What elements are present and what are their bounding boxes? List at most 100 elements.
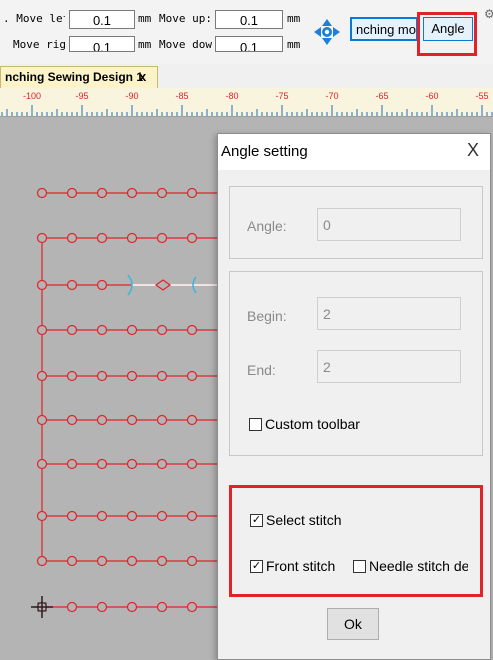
stitch-point[interactable] [96,324,108,336]
move-down-unit: mm [287,38,301,51]
stitch-point[interactable] [156,458,168,470]
move-up-label: Move up: [159,12,212,25]
range-group: Begin: 2 End: 2 Custom toolbar [229,271,483,456]
stitch-point[interactable] [66,601,78,613]
close-icon[interactable]: x [139,69,146,84]
stitch-point[interactable] [96,232,108,244]
stitch-point[interactable] [126,187,138,199]
stitch-point[interactable] [96,370,108,382]
stitch-point[interactable] [36,414,48,426]
stitch-point[interactable] [156,414,168,426]
stitch-point[interactable] [126,555,138,567]
tab-sewing-design[interactable]: nching Sewing Design 1 x [0,66,158,88]
stitch-point[interactable] [186,555,198,567]
ruler-tick-label: -70 [325,91,339,101]
stitch-point[interactable] [66,187,78,199]
begin-label: Begin: [247,308,287,324]
ruler-tick-marks [1,105,493,116]
gear-icon[interactable]: ⚙ [484,8,493,20]
stitch-point[interactable] [66,458,78,470]
stitch-point[interactable] [66,279,78,291]
angle-group: Angle: 0 [229,186,483,259]
custom-toolbar-label: Custom toolbar [265,416,360,432]
tab-label: nching Sewing Design 1 [5,70,144,84]
stitch-point[interactable] [126,324,138,336]
end-label: End: [247,362,276,378]
ruler-tick-label: -90 [125,91,139,101]
stitch-point[interactable] [36,458,48,470]
angle-button-highlight [417,12,477,56]
stitch-point[interactable] [186,414,198,426]
stitch-point[interactable] [96,187,108,199]
stitch-point[interactable] [156,324,168,336]
dialog-title: Angle setting [221,143,308,160]
stitch-point[interactable] [66,414,78,426]
stitch-point[interactable] [66,555,78,567]
stitch-point[interactable] [96,458,108,470]
ruler-tick-label: -100 [22,91,42,101]
close-icon[interactable]: X [467,140,479,161]
stitch-point[interactable] [186,187,198,199]
stitch-point[interactable] [156,232,168,244]
stitch-point[interactable] [186,232,198,244]
stitch-point[interactable] [66,510,78,522]
stitch-point[interactable] [96,555,108,567]
stitch-point[interactable] [36,510,48,522]
ruler-tick-label: -65 [375,91,389,101]
stitch-point[interactable] [126,458,138,470]
move-right-unit: mm [138,38,152,51]
stitch-point[interactable] [186,510,198,522]
stitch-point[interactable] [96,601,108,613]
dialog-titlebar[interactable]: Angle setting X [218,134,490,170]
stitch-point[interactable] [126,232,138,244]
stitch-point[interactable] [126,510,138,522]
stitch-point[interactable] [186,324,198,336]
stitch-point[interactable] [186,370,198,382]
stitch-point[interactable] [156,187,168,199]
ruler-tick-label: -75 [275,91,289,101]
angle-input[interactable]: 0 [317,208,461,241]
stitch-point[interactable] [156,370,168,382]
ruler-tick-label: -85 [175,91,189,101]
ok-button[interactable]: Ok [327,608,379,640]
begin-input[interactable]: 2 [317,297,461,330]
document-tabbar: nching Sewing Design 1 x [0,64,493,89]
stitch-point[interactable] [156,601,168,613]
four-way-arrow-icon[interactable] [313,18,341,46]
stitch-point[interactable] [126,601,138,613]
stitch-point[interactable] [36,555,48,567]
stitch-point[interactable] [66,232,78,244]
stitch-point[interactable] [36,232,48,244]
move-down-label: Move dow [159,38,212,51]
stitch-point[interactable] [96,414,108,426]
move-right-input[interactable]: 0.1 [69,36,135,52]
stitch-point[interactable] [96,510,108,522]
stitch-point[interactable] [36,187,48,199]
stitch-point[interactable] [96,279,108,291]
move-down-input[interactable]: 0.1 [215,36,283,52]
selected-stitch-point[interactable] [154,279,172,291]
stitch-point[interactable] [36,279,48,291]
stitch-point[interactable] [156,555,168,567]
stitch-point[interactable] [186,458,198,470]
ruler-tick-label: -60 [425,91,439,101]
punching-mode-button[interactable]: nching mo [350,17,418,41]
move-left-unit: mm [138,12,152,25]
custom-toolbar-checkbox[interactable]: Custom toolbar [249,416,449,434]
stitch-point[interactable] [66,324,78,336]
stitch-point[interactable] [36,324,48,336]
horizontal-ruler: -100 -95 -90 -85 -80 -75 -70 -65 -60 -55 [0,88,493,117]
move-right-label: Move rig [13,38,65,51]
stitch-point[interactable] [126,414,138,426]
stitch-point[interactable] [36,370,48,382]
checkbox-box[interactable] [249,418,262,431]
move-up-input[interactable]: 0.1 [215,10,283,29]
stitch-point[interactable] [186,601,198,613]
stitch-point[interactable] [126,370,138,382]
move-left-input[interactable]: 0.1 [69,10,135,29]
end-input[interactable]: 2 [317,350,461,383]
stitch-options-highlight [229,485,483,597]
angle-label: Angle: [247,218,287,234]
stitch-point[interactable] [66,370,78,382]
stitch-point[interactable] [156,510,168,522]
